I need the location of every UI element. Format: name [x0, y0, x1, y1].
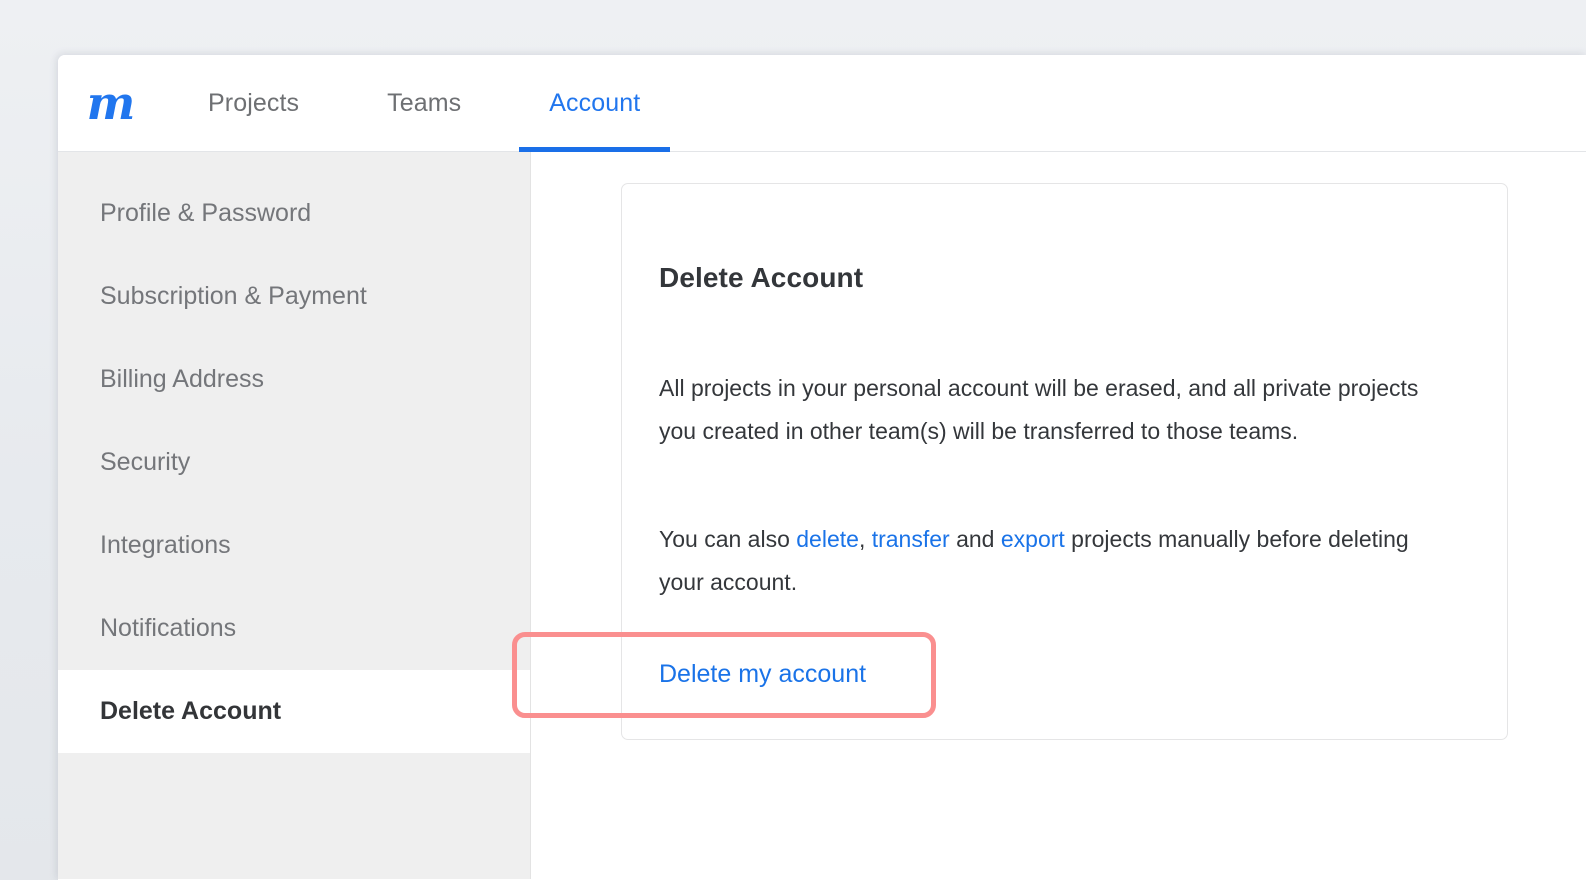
sidebar-item-label: Billing Address: [100, 365, 264, 393]
sidebar-item-security[interactable]: Security: [58, 421, 530, 504]
text-comma: ,: [858, 526, 872, 552]
app-window: m Projects Teams Account Profile & Passw…: [58, 55, 1586, 880]
delete-projects-link[interactable]: delete: [796, 526, 859, 552]
sidebar-item-integrations[interactable]: Integrations: [58, 504, 530, 587]
sidebar-item-notifications[interactable]: Notifications: [58, 587, 530, 670]
sidebar-item-label: Integrations: [100, 531, 231, 559]
delete-account-card: Delete Account All projects in your pers…: [621, 183, 1508, 740]
export-projects-link[interactable]: export: [1001, 526, 1065, 552]
transfer-projects-link[interactable]: transfer: [872, 526, 950, 552]
sidebar-item-label: Notifications: [100, 614, 237, 642]
top-navigation-bar: m Projects Teams Account: [58, 55, 1586, 152]
tab-teams[interactable]: Teams: [357, 55, 491, 152]
account-settings-sidebar: Profile & Password Subscription & Paymen…: [58, 152, 531, 879]
sidebar-item-label: Delete Account: [100, 697, 282, 725]
sidebar-item-billing-address[interactable]: Billing Address: [58, 338, 530, 421]
brand-logo-icon[interactable]: m: [79, 75, 143, 131]
main-panel: Delete Account All projects in your pers…: [532, 152, 1586, 879]
sidebar-item-delete-account[interactable]: Delete Account: [58, 670, 530, 753]
tab-projects-label: Projects: [208, 89, 300, 117]
manual-actions-text: You can also delete, transfer and export…: [659, 518, 1459, 604]
tab-account[interactable]: Account: [519, 55, 671, 152]
sidebar-item-label: Security: [100, 448, 191, 476]
delete-my-account-link[interactable]: Delete my account: [659, 660, 866, 689]
sidebar-item-label: Profile & Password: [100, 199, 312, 227]
tab-projects[interactable]: Projects: [178, 55, 329, 152]
content-area: Profile & Password Subscription & Paymen…: [58, 152, 1586, 879]
text-prefix: You can also: [659, 526, 797, 552]
tab-teams-label: Teams: [387, 89, 462, 117]
erase-warning-text: All projects in your personal account wi…: [659, 375, 1419, 444]
tab-account-label: Account: [549, 89, 641, 117]
sidebar-item-subscription-payment[interactable]: Subscription & Payment: [58, 255, 530, 338]
text-conjunction: and: [949, 526, 1001, 552]
sidebar-item-label: Subscription & Payment: [100, 282, 367, 310]
nav-tab-list: Projects Teams Account: [178, 55, 698, 152]
card-title: Delete Account: [659, 262, 864, 293]
sidebar-item-profile-password[interactable]: Profile & Password: [58, 172, 530, 255]
